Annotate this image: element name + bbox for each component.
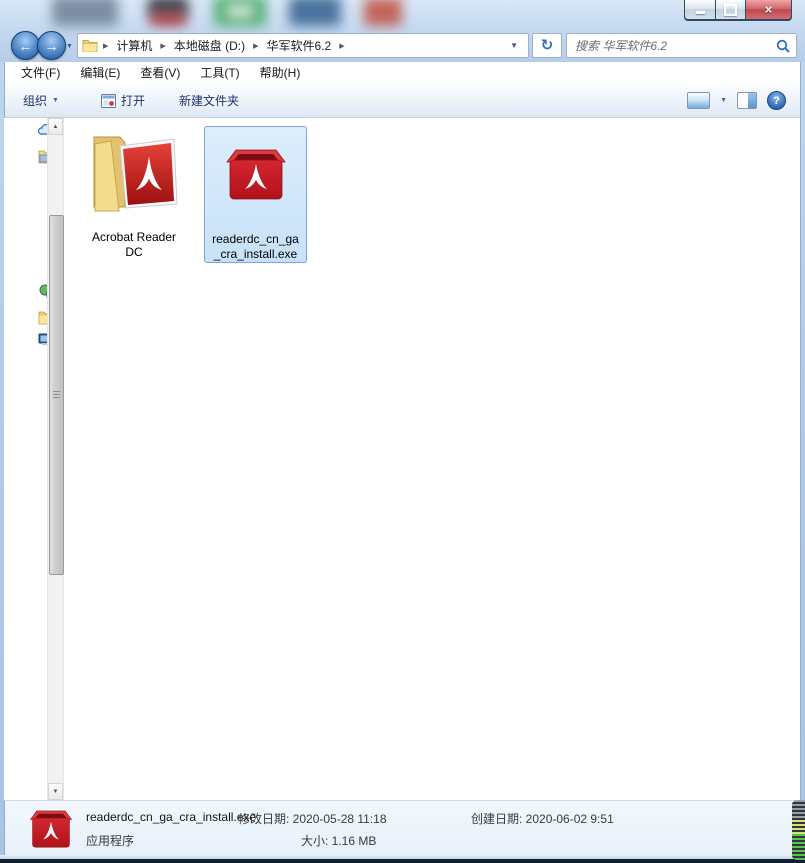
close-button[interactable]: × <box>746 0 791 19</box>
file-item-acrobat-folder[interactable]: Acrobat Reader DC <box>80 124 188 264</box>
new-folder-label: 新建文件夹 <box>179 92 239 109</box>
details-modified-date: 修改日期: 2020-05-28 11:18 <box>238 810 387 827</box>
network-icon[interactable] <box>38 284 47 299</box>
preview-pane-button[interactable] <box>737 92 757 109</box>
chevron-down-icon: ▼ <box>720 97 727 104</box>
scroll-up-icon: ▲ <box>53 124 59 130</box>
recent-pages-dropdown[interactable]: ▼ <box>66 43 73 50</box>
close-icon: × <box>765 0 773 19</box>
desktop-blur-red <box>364 0 402 26</box>
breadcrumb-computer[interactable]: 计算机 <box>113 36 155 55</box>
refresh-icon: ↻ <box>541 38 554 53</box>
help-icon: ? <box>773 95 780 107</box>
organize-label: 组织 <box>23 92 47 109</box>
details-file-type: 应用程序 <box>86 832 134 849</box>
details-pane: readerdc_cn_ga_cra_install.exe 修改日期: 202… <box>4 800 801 855</box>
desktop-blur-blue <box>289 0 341 26</box>
file-name-label: readerdc_cn_ga _cra_install.exe <box>212 232 299 262</box>
chevron-down-icon: ▼ <box>52 97 59 104</box>
back-arrow-icon: ← <box>19 38 33 54</box>
maximize-button[interactable] <box>716 0 745 19</box>
breadcrumb-current-folder[interactable]: 华军软件6.2 <box>264 36 335 55</box>
meter-yellow-segment <box>792 820 805 834</box>
scroll-up-button[interactable]: ▲ <box>48 118 63 135</box>
search-icon[interactable] <box>776 39 790 53</box>
forward-button[interactable]: → <box>37 31 66 60</box>
help-button[interactable]: ? <box>767 91 786 110</box>
address-folder-icon <box>82 39 98 52</box>
maximize-icon <box>724 4 737 16</box>
back-button[interactable]: ← <box>11 31 40 60</box>
breadcrumb-separator: ▶ <box>155 42 170 50</box>
desktop-blur-blob <box>52 0 118 26</box>
desktop-blur-penguin-red <box>150 12 186 26</box>
file-item-installer-exe-selected[interactable]: readerdc_cn_ga _cra_install.exe <box>204 126 307 263</box>
views-icon <box>687 92 710 109</box>
new-folder-button[interactable]: 新建文件夹 <box>171 88 247 113</box>
installer-box-icon <box>225 147 287 206</box>
details-filename: readerdc_cn_ga_cra_install.exe <box>86 810 256 824</box>
taskbar-edge <box>0 859 805 863</box>
menu-bar: 文件(F) 编辑(E) 查看(V) 工具(T) 帮助(H) <box>4 62 801 84</box>
menu-view[interactable]: 查看(V) <box>130 62 190 84</box>
desktop-blur-cloud <box>226 4 254 18</box>
nav-scrollbar[interactable]: ▲ ▼ <box>47 118 64 800</box>
scroll-down-button[interactable]: ▼ <box>48 783 63 800</box>
open-label: 打开 <box>121 92 145 109</box>
volume-meter-widget <box>792 800 805 860</box>
breadcrumb-separator: ▶ <box>248 42 263 50</box>
file-name-label: Acrobat Reader DC <box>92 230 176 260</box>
address-dropdown-arrow[interactable]: ▼ <box>504 41 524 50</box>
organize-button[interactable]: 组织 ▼ <box>15 88 67 113</box>
scroll-down-icon: ▼ <box>53 789 59 795</box>
menu-file[interactable]: 文件(F) <box>11 62 70 84</box>
libraries-icon[interactable] <box>38 149 47 164</box>
details-created-date: 创建日期: 2020-06-02 9:51 <box>471 810 614 827</box>
folder-icon <box>86 127 182 220</box>
user-folder-icon[interactable] <box>38 310 47 325</box>
details-file-icon <box>29 806 73 855</box>
breadcrumb-local-disk-d[interactable]: 本地磁盘 (D:) <box>171 36 248 55</box>
breadcrumb-separator: ▶ <box>334 42 349 50</box>
menu-help[interactable]: 帮助(H) <box>250 62 311 84</box>
minimize-button[interactable] <box>685 0 715 19</box>
minimize-icon <box>696 11 705 14</box>
open-button[interactable]: 打开 <box>93 88 153 113</box>
favorites-icon[interactable] <box>38 124 47 139</box>
forward-arrow-icon: → <box>45 38 59 54</box>
details-file-size: 大小: 1.16 MB <box>301 832 376 849</box>
meter-green-segment <box>792 834 805 860</box>
navigation-pane[interactable] <box>4 118 47 800</box>
views-button[interactable]: ▼ <box>687 92 727 109</box>
address-bar[interactable]: ▶ 计算机 ▶ 本地磁盘 (D:) ▶ 华军软件6.2 ▶ ▼ <box>77 33 529 58</box>
breadcrumb-separator: ▶ <box>98 42 113 50</box>
refresh-button[interactable]: ↻ <box>532 33 562 58</box>
menu-edit[interactable]: 编辑(E) <box>70 62 130 84</box>
toolbar-right-group: ▼ ? <box>687 91 800 110</box>
scrollbar-thumb[interactable] <box>49 215 64 575</box>
menu-tools[interactable]: 工具(T) <box>190 62 249 84</box>
search-box <box>566 33 797 58</box>
computer-icon[interactable] <box>38 333 47 348</box>
search-input[interactable] <box>573 38 776 54</box>
window-controls: × <box>684 0 792 21</box>
meter-gray-segment <box>792 800 805 820</box>
open-app-icon <box>101 94 116 108</box>
command-toolbar: 组织 ▼ 打开 新建文件夹 ▼ ? <box>4 84 801 118</box>
